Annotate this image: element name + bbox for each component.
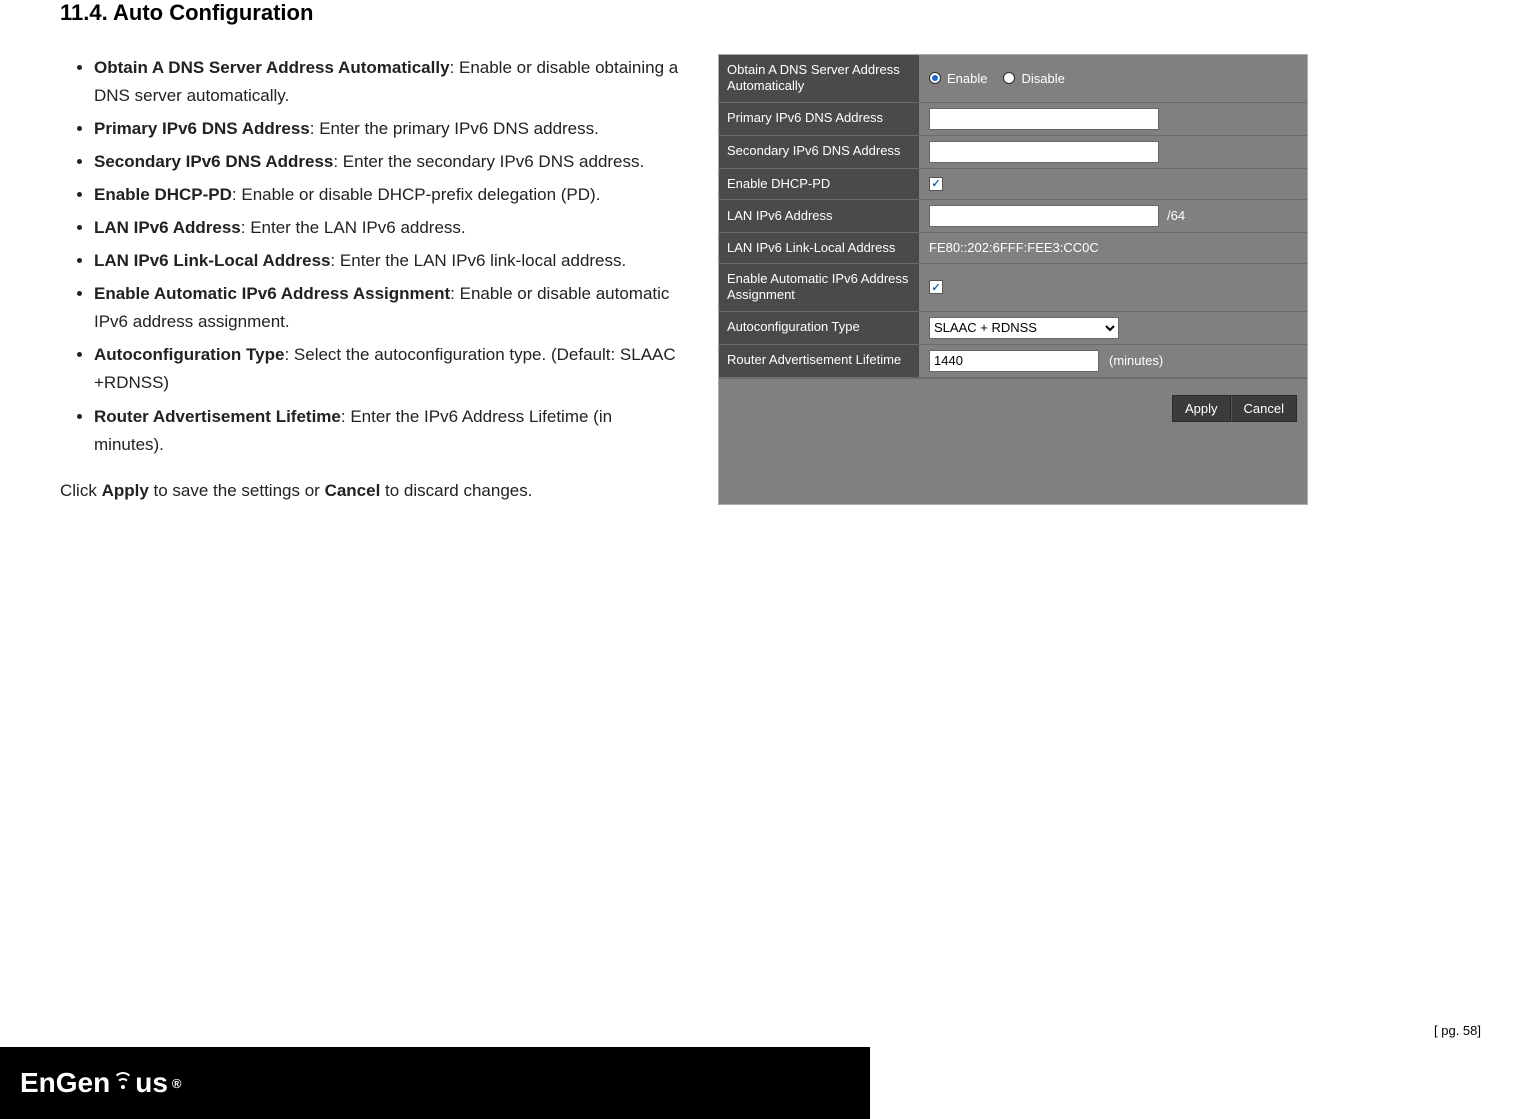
- lan-ipv6-suffix: /64: [1167, 208, 1185, 223]
- text: to discard changes.: [380, 481, 532, 500]
- list-item: Router Advertisement Lifetime: Enter the…: [94, 403, 680, 459]
- brand-left: EnGen: [20, 1067, 110, 1099]
- brand-right: us: [135, 1067, 168, 1099]
- term-desc: : Enter the LAN IPv6 address.: [241, 218, 466, 237]
- brand-logo: EnGenus ®: [20, 1067, 182, 1099]
- secondary-dns-input[interactable]: [929, 141, 1159, 163]
- term: Autoconfiguration Type: [94, 345, 284, 364]
- list-item: Obtain A DNS Server Address Automaticall…: [94, 54, 680, 110]
- label-link-local: LAN IPv6 Link-Local Address: [719, 233, 919, 263]
- primary-dns-input[interactable]: [929, 108, 1159, 130]
- term: Obtain A DNS Server Address Automaticall…: [94, 58, 450, 77]
- dhcp-pd-checkbox[interactable]: ✓: [929, 177, 943, 191]
- term: LAN IPv6 Address: [94, 218, 241, 237]
- section-heading: 11.4. Auto Configuration: [60, 0, 1477, 26]
- list-item: LAN IPv6 Address: Enter the LAN IPv6 add…: [94, 214, 680, 242]
- ra-lifetime-input[interactable]: [929, 350, 1099, 372]
- term-desc: : Enable or disable DHCP-prefix delegati…: [232, 185, 601, 204]
- label-dhcp-pd: Enable DHCP-PD: [719, 169, 919, 199]
- cancel-button[interactable]: Cancel: [1231, 395, 1297, 422]
- wifi-icon: [114, 1072, 132, 1094]
- list-item: LAN IPv6 Link-Local Address: Enter the L…: [94, 247, 680, 275]
- label-lan-ipv6: LAN IPv6 Address: [719, 200, 919, 232]
- label-dns-auto: Obtain A DNS Server Address Automaticall…: [719, 55, 919, 102]
- ra-lifetime-unit: (minutes): [1109, 353, 1163, 368]
- doc-column: Obtain A DNS Server Address Automaticall…: [60, 54, 680, 505]
- label-secondary-dns: Secondary IPv6 DNS Address: [719, 136, 919, 168]
- text: to save the settings or: [149, 481, 325, 500]
- list-item: Enable DHCP-PD: Enable or disable DHCP-p…: [94, 181, 680, 209]
- term: Secondary IPv6 DNS Address: [94, 152, 333, 171]
- definition-list: Obtain A DNS Server Address Automaticall…: [60, 54, 680, 459]
- term: Enable DHCP-PD: [94, 185, 232, 204]
- label-autoconf-type: Autoconfiguration Type: [719, 312, 919, 344]
- term-desc: : Enter the LAN IPv6 link-local address.: [330, 251, 626, 270]
- settings-panel: Obtain A DNS Server Address Automaticall…: [718, 54, 1308, 505]
- text: Click: [60, 481, 102, 500]
- term: Primary IPv6 DNS Address: [94, 119, 310, 138]
- apply-cancel-note: Click Apply to save the settings or Canc…: [60, 477, 680, 505]
- page-footer: EnGenus ® [ pg. 58]: [0, 1019, 1537, 1119]
- page-number: [ pg. 58]: [1434, 1023, 1481, 1038]
- list-item: Enable Automatic IPv6 Address Assignment…: [94, 280, 680, 336]
- label-primary-dns: Primary IPv6 DNS Address: [719, 103, 919, 135]
- term-desc: : Enter the primary IPv6 DNS address.: [310, 119, 599, 138]
- label-ra-lifetime: Router Advertisement Lifetime: [719, 345, 919, 377]
- term: Router Advertisement Lifetime: [94, 407, 341, 426]
- label-auto-assign: Enable Automatic IPv6 Address Assignment: [719, 264, 919, 311]
- list-item: Autoconfiguration Type: Select the autoc…: [94, 341, 680, 397]
- lan-ipv6-input[interactable]: [929, 205, 1159, 227]
- radio-disable-label: Disable: [1021, 71, 1064, 86]
- autoconf-type-select[interactable]: SLAAC + RDNSS: [929, 317, 1119, 339]
- radio-disable[interactable]: [1003, 72, 1015, 84]
- footer-blackbar: EnGenus ®: [0, 1047, 870, 1119]
- registered-icon: ®: [172, 1076, 182, 1091]
- radio-enable[interactable]: [929, 72, 941, 84]
- apply-button[interactable]: Apply: [1172, 395, 1231, 422]
- list-item: Secondary IPv6 DNS Address: Enter the se…: [94, 148, 680, 176]
- link-local-value: FE80::202:6FFF:FEE3:CC0C: [929, 240, 1099, 255]
- term: LAN IPv6 Link-Local Address: [94, 251, 330, 270]
- list-item: Primary IPv6 DNS Address: Enter the prim…: [94, 115, 680, 143]
- text-apply: Apply: [102, 481, 149, 500]
- auto-assign-checkbox[interactable]: ✓: [929, 280, 943, 294]
- radio-enable-label: Enable: [947, 71, 987, 86]
- term-desc: : Enter the secondary IPv6 DNS address.: [333, 152, 644, 171]
- text-cancel: Cancel: [325, 481, 381, 500]
- term: Enable Automatic IPv6 Address Assignment: [94, 284, 450, 303]
